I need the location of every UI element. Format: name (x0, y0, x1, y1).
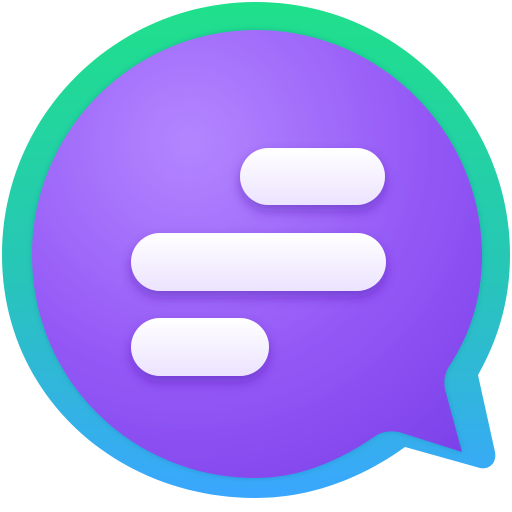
app-icon (0, 0, 512, 512)
chat-bubble-icon (2, 2, 510, 498)
message-line-middle (131, 233, 386, 291)
message-line-bottom (131, 318, 269, 376)
message-line-top (240, 148, 385, 205)
